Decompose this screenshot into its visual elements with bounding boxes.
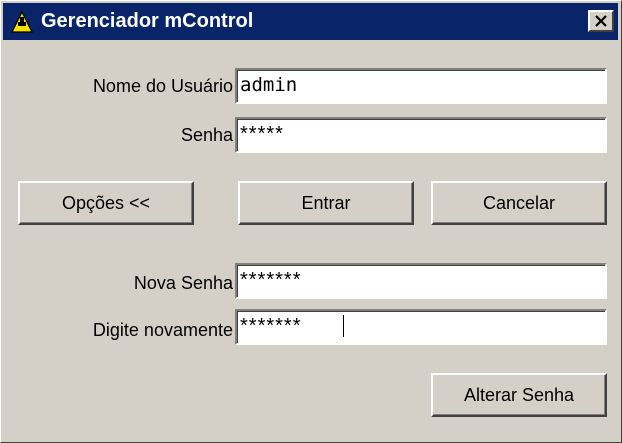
- username-field[interactable]: [235, 68, 607, 104]
- username-label: Nome do Usuário: [92, 76, 233, 96]
- password-label: Senha: [180, 125, 233, 145]
- title-bar[interactable]: Gerenciador mControl: [3, 3, 618, 40]
- close-icon: [595, 15, 607, 27]
- mcontrol-app-icon: [10, 10, 34, 34]
- new-password-label: Nova Senha: [133, 273, 233, 293]
- enter-button[interactable]: Entrar: [238, 181, 414, 225]
- new-password-field[interactable]: [235, 263, 607, 299]
- window-title: Gerenciador mControl: [41, 10, 254, 32]
- login-dialog: Gerenciador mControl Nome do Usuário Sen…: [0, 0, 622, 443]
- text-caret: [343, 315, 344, 337]
- change-password-button[interactable]: Alterar Senha: [431, 373, 607, 417]
- username-input[interactable]: [240, 71, 600, 99]
- close-button[interactable]: [588, 10, 614, 32]
- new-password-input[interactable]: [240, 266, 600, 294]
- options-button[interactable]: Opções <<: [18, 181, 194, 225]
- confirm-password-field[interactable]: [235, 309, 607, 345]
- confirm-password-label: Digite novamente: [92, 320, 233, 340]
- password-input[interactable]: [240, 120, 600, 148]
- cancel-button[interactable]: Cancelar: [431, 181, 607, 225]
- password-field[interactable]: [235, 117, 607, 153]
- confirm-password-input[interactable]: [240, 312, 600, 340]
